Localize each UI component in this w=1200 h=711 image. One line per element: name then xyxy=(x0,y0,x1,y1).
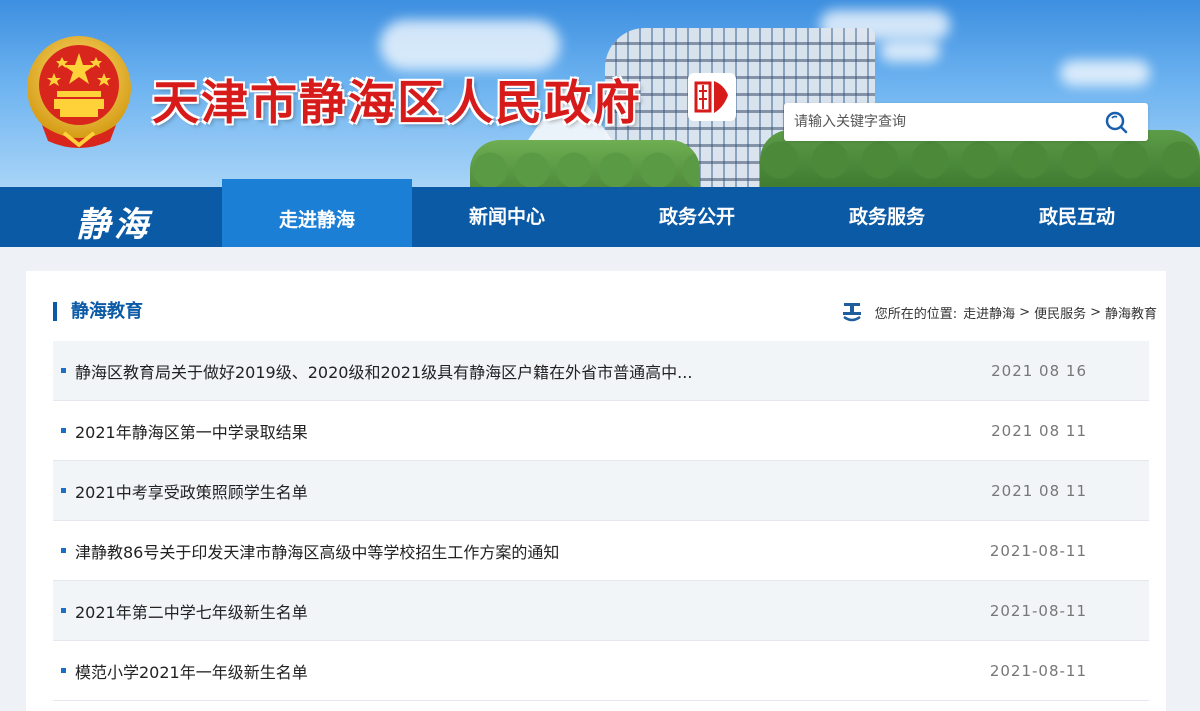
news-title-link[interactable]: 模范小学2021年一年级新生名单 xyxy=(75,659,308,683)
news-title-link[interactable]: 2021年第二中学七年级新生名单 xyxy=(75,599,308,623)
search-icon[interactable] xyxy=(1104,110,1128,134)
cloud-decoration xyxy=(380,20,560,70)
list-item[interactable]: 2021年静海区第一中学录取结果 2021 08 11 xyxy=(53,401,1149,461)
list-item[interactable]: 模范小学2021年一年级新生名单 2021-08-11 xyxy=(53,641,1149,701)
cloud-decoration xyxy=(1060,60,1150,86)
breadcrumb-separator: > xyxy=(1090,304,1101,320)
national-emblem-icon xyxy=(27,36,131,148)
nav-item-government-services[interactable]: 政务服务 xyxy=(792,187,982,247)
bullet-icon xyxy=(61,548,66,553)
breadcrumb-link-jinghai-education[interactable]: 静海教育 xyxy=(1105,303,1157,322)
section-title-bar xyxy=(53,302,57,321)
search-box xyxy=(784,103,1148,141)
bullet-icon xyxy=(61,428,66,433)
news-title-link[interactable]: 静海区教育局关于做好2019级、2020级和2021级具有静海区户籍在外省市普通… xyxy=(75,359,692,383)
news-list: 静海区教育局关于做好2019级、2020级和2021级具有静海区户籍在外省市普通… xyxy=(53,341,1149,701)
nav-logo[interactable]: 静海 xyxy=(0,187,222,247)
section-header: 静海教育 您所在的位置: 走进静海 > 便民服务 > 静海教育 xyxy=(53,299,1157,327)
news-title-link[interactable]: 津静教86号关于印发天津市静海区高级中等学校招生工作方案的通知 xyxy=(75,539,559,563)
breadcrumb-link-jinjin-jinghai[interactable]: 走进静海 xyxy=(963,303,1015,322)
content-panel: 静海教育 您所在的位置: 走进静海 > 便民服务 > 静海教育 静海区教育局关于… xyxy=(26,271,1166,711)
news-date: 2021-08-11 xyxy=(989,661,1087,680)
nav-item-jinjin-jinghai[interactable]: 走进静海 xyxy=(222,179,412,247)
list-item[interactable]: 2021中考享受政策照顾学生名单 2021 08 11 xyxy=(53,461,1149,521)
location-icon xyxy=(842,303,861,322)
nav-item-public-interaction[interactable]: 政民互动 xyxy=(982,187,1172,247)
list-item[interactable]: 2021年第二中学七年级新生名单 2021-08-11 xyxy=(53,581,1149,641)
news-date: 2021 08 11 xyxy=(991,481,1087,500)
search-input[interactable] xyxy=(792,103,1092,141)
list-item[interactable]: 津静教86号关于印发天津市静海区高级中等学校招生工作方案的通知 2021-08-… xyxy=(53,521,1149,581)
breadcrumb-prefix: 您所在的位置: xyxy=(874,306,958,322)
news-title-link[interactable]: 2021中考享受政策照顾学生名单 xyxy=(75,479,308,503)
site-header: 天津市静海区人民政府 xyxy=(0,0,1200,187)
news-date: 2021-08-11 xyxy=(989,541,1087,560)
news-date: 2021 08 16 xyxy=(991,361,1087,380)
tianjin-seal-icon xyxy=(688,73,736,121)
trees-decoration xyxy=(470,140,700,187)
breadcrumb-separator: > xyxy=(1019,304,1031,320)
bullet-icon xyxy=(61,608,66,613)
cloud-decoration xyxy=(880,40,940,62)
nav-logo-text: 静海 xyxy=(76,205,152,245)
nav-item-government-affairs-open[interactable]: 政务公开 xyxy=(602,187,792,247)
section-title: 静海教育 xyxy=(71,301,143,322)
news-title-link[interactable]: 2021年静海区第一中学录取结果 xyxy=(75,419,308,443)
bullet-icon xyxy=(61,368,66,373)
news-date: 2021 08 11 xyxy=(991,421,1087,440)
bullet-icon xyxy=(61,488,66,493)
bullet-icon xyxy=(61,668,66,673)
breadcrumb: 您所在的位置: 走进静海 > 便民服务 > 静海教育 xyxy=(841,299,1157,325)
list-item[interactable]: 静海区教育局关于做好2019级、2020级和2021级具有静海区户籍在外省市普通… xyxy=(53,341,1149,401)
breadcrumb-link-public-services[interactable]: 便民服务 xyxy=(1034,303,1086,322)
site-title: 天津市静海区人民政府 xyxy=(152,76,642,131)
main-nav: 静海 走进静海 新闻中心 政务公开 政务服务 政民互动 xyxy=(0,179,1200,247)
nav-item-news-center[interactable]: 新闻中心 xyxy=(412,187,602,247)
news-date: 2021-08-11 xyxy=(989,601,1087,620)
